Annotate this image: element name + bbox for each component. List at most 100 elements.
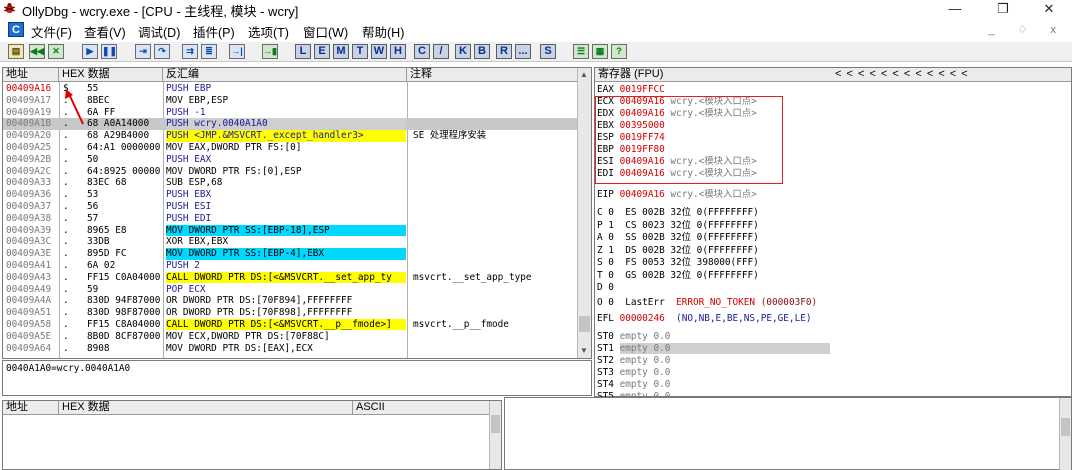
- disasm-row[interactable]: 00409A3C. 33DB XOR EBX,EBX: [3, 236, 577, 248]
- disasm-row[interactable]: 00409A58. FF15 C8A04000 CALL DWORD PTR DS:…: [3, 319, 577, 331]
- col-address-header[interactable]: 地址: [3, 68, 59, 82]
- minimize-button[interactable]: —: [932, 0, 978, 18]
- disasm-mark: .: [63, 283, 69, 295]
- open-icon[interactable]: ▤: [8, 44, 24, 59]
- stack-pane: 0019FF7476B46359返回到 KERNEL32.76B46359001…: [504, 397, 1072, 470]
- log-window-button[interactable]: L: [295, 44, 311, 59]
- fpu-row[interactable]: ST3 empty 0.0: [597, 367, 1067, 378]
- trace-into-icon[interactable]: ⇉: [182, 44, 198, 59]
- threads-button[interactable]: T: [352, 44, 368, 59]
- close-button[interactable]: ✕: [1026, 0, 1072, 18]
- flag-row[interactable]: T 0 GS 002B 32位 0(FFFFFFFF): [597, 270, 1067, 281]
- disasm-row[interactable]: 00409A2B. 50 PUSH EAX: [3, 154, 577, 166]
- disasm-address: 00409A3E: [6, 248, 52, 260]
- flag-row[interactable]: A 0 SS 002B 32位 0(FFFFFFFF): [597, 232, 1067, 243]
- disasm-row[interactable]: 00409A37. 56 PUSH ESI: [3, 201, 577, 213]
- disasm-comment: msvcrt.__p__fmode: [413, 319, 509, 330]
- col-hex-header[interactable]: HEX 数据: [59, 68, 163, 82]
- rewind-icon[interactable]: ◀◀: [29, 44, 45, 59]
- run-trace-button[interactable]: ...: [515, 44, 531, 59]
- disasm-row[interactable]: 00409A20. 68 A29B4000 PUSH <JMP.&MSVCRT._e…: [3, 130, 577, 142]
- windows-button[interactable]: W: [371, 44, 387, 59]
- disasm-row[interactable]: 00409A51. 830D 98F87000 OR DWORD PTR DS:[7…: [3, 307, 577, 319]
- col-disasm-header[interactable]: 反汇编: [163, 68, 407, 82]
- breakpoints-button[interactable]: B: [474, 44, 490, 59]
- source-button[interactable]: S: [540, 44, 556, 59]
- disasm-row[interactable]: 00409A3E. 895D FC MOV DWORD PTR SS:[EBP-4]…: [3, 248, 577, 260]
- disasm-row[interactable]: 00409A38. 57 PUSH EDI: [3, 213, 577, 225]
- stack-scrollbar-thumb[interactable]: [1061, 418, 1070, 436]
- fpu-row[interactable]: ST4 empty 0.0: [597, 379, 1067, 390]
- menu-view[interactable]: 查看(V): [84, 22, 126, 41]
- run-icon[interactable]: ▶: [82, 44, 98, 59]
- executable-modules-button[interactable]: E: [314, 44, 330, 59]
- flag-row[interactable]: D 0: [597, 282, 1067, 293]
- cpu-button[interactable]: C: [414, 44, 430, 59]
- menu-plugins[interactable]: 插件(P): [193, 22, 235, 41]
- scroll-up-icon[interactable]: ▲: [580, 70, 588, 79]
- disassembly-scrollbar[interactable]: ▲ ▼: [577, 68, 591, 358]
- references-button[interactable]: R: [496, 44, 512, 59]
- pause-icon[interactable]: ❚❚: [101, 44, 117, 59]
- disasm-address: 00409A58: [6, 319, 52, 330]
- col-comment-header[interactable]: 注释: [407, 68, 577, 82]
- disasm-row[interactable]: 00409A36. 53 PUSH EBX: [3, 189, 577, 201]
- cpu-window-icon[interactable]: C: [8, 22, 24, 37]
- flag-row[interactable]: C 0 ES 002B 32位 0(FFFFFFFF): [597, 207, 1067, 218]
- menu-window[interactable]: 窗口(W): [303, 22, 348, 41]
- memory-map-button[interactable]: M: [333, 44, 349, 59]
- stack-scrollbar[interactable]: [1059, 398, 1071, 470]
- disasm-hex: 6A 02: [87, 260, 116, 271]
- menu-file[interactable]: 文件(F): [31, 22, 72, 41]
- close-icon[interactable]: ✕: [48, 44, 64, 59]
- goto-icon[interactable]: →▮: [262, 44, 278, 59]
- register-view-arrows[interactable]: < < < < < < < < < < < <: [835, 68, 969, 81]
- disasm-mark: .: [63, 212, 69, 224]
- flag-row[interactable]: S 0 FS 0053 32位 398000(FFF): [597, 257, 1067, 268]
- disasm-row[interactable]: 00409A39. 8965 E8 MOV DWORD PTR SS:[EBP-18…: [3, 224, 577, 237]
- fpu-row[interactable]: ST1 empty 0.0: [597, 343, 1067, 354]
- handles-button[interactable]: H: [390, 44, 406, 59]
- lasterr-value[interactable]: ERROR_NO_TOKEN: [676, 297, 755, 308]
- grid-icon[interactable]: ▦: [592, 44, 608, 59]
- menu-options[interactable]: 选项(T): [248, 22, 289, 41]
- call-stack-button[interactable]: K: [455, 44, 471, 59]
- dump-scrollbar[interactable]: [489, 401, 501, 469]
- maximize-button[interactable]: ❐: [980, 0, 1026, 18]
- disasm-row[interactable]: 00409A49. 59 POP ECX: [3, 284, 577, 296]
- disasm-row[interactable]: 00409A25. 64:A1 0000000 MOV EAX,DWORD PTR …: [3, 142, 577, 154]
- step-over-icon[interactable]: ↷: [154, 44, 170, 59]
- register-value[interactable]: 0019FFCC: [620, 84, 665, 95]
- efl-value[interactable]: 00000246: [620, 313, 665, 324]
- list-icon[interactable]: ☰: [573, 44, 589, 59]
- dump-col-address[interactable]: 地址: [3, 401, 59, 415]
- flag-row[interactable]: Z 1 DS 002B 32位 0(FFFFFFFF): [597, 245, 1067, 256]
- disasm-row[interactable]: 00409A41. 6A 02 PUSH 2: [3, 260, 577, 272]
- dump-col-ascii[interactable]: ASCII: [353, 401, 487, 415]
- menu-debug[interactable]: 调试(D): [138, 22, 180, 41]
- register-value[interactable]: 00409A16: [620, 189, 665, 200]
- dump-scrollbar-thumb[interactable]: [491, 415, 500, 433]
- menu-help[interactable]: 帮助(H): [362, 22, 404, 41]
- execute-till-return-icon[interactable]: →|: [229, 44, 245, 59]
- dump-col-hex[interactable]: HEX 数据: [59, 401, 353, 415]
- scrollbar-thumb[interactable]: [579, 316, 590, 332]
- register-row[interactable]: EAX 0019FFCC: [597, 84, 1067, 95]
- mdi-window-controls[interactable]: _ ♢ x: [988, 23, 1066, 36]
- lasterr-code: (000003F0): [760, 297, 818, 308]
- disasm-row[interactable]: 00409A4A. 830D 94F87000 OR DWORD PTR DS:[7…: [3, 295, 577, 307]
- step-into-icon[interactable]: ⇥: [135, 44, 151, 59]
- help-icon[interactable]: ?: [611, 44, 627, 59]
- fpu-row[interactable]: ST0 empty 0.0: [597, 331, 1067, 342]
- disasm-row[interactable]: 00409A2C. 64:8925 00000 MOV DWORD PTR FS:[…: [3, 166, 577, 178]
- register-row[interactable]: EIP 00409A16 wcry.<模块入口点>: [597, 189, 1067, 200]
- disasm-row[interactable]: 00409A33. 83EC 68 SUB ESP,68: [3, 177, 577, 189]
- fpu-row[interactable]: ST2 empty 0.0: [597, 355, 1067, 366]
- disasm-row[interactable]: 00409A5E. 8B0D 8CF87000 MOV ECX,DWORD PTR …: [3, 331, 577, 343]
- trace-over-icon[interactable]: ≣: [201, 44, 217, 59]
- patches-button[interactable]: /: [433, 44, 449, 59]
- scroll-down-icon[interactable]: ▼: [580, 346, 588, 355]
- disasm-row[interactable]: 00409A64. 8908 MOV DWORD PTR DS:[EAX],ECX: [3, 343, 577, 355]
- disasm-row[interactable]: 00409A43. FF15 C0A04000 CALL DWORD PTR DS:…: [3, 271, 577, 284]
- flag-row[interactable]: P 1 CS 0023 32位 0(FFFFFFFF): [597, 220, 1067, 231]
